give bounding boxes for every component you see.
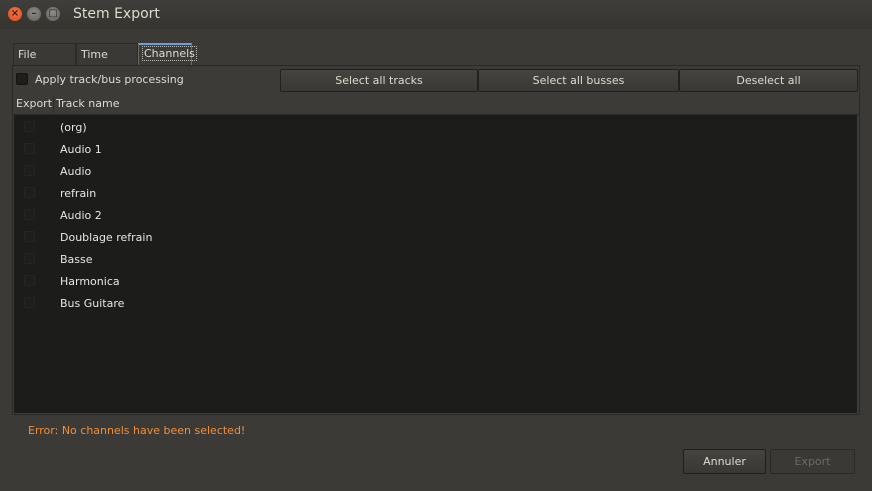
table-row[interactable]: (org)	[14, 116, 857, 138]
column-header-export[interactable]: Export	[16, 97, 52, 110]
tab-channels[interactable]: Channels	[138, 43, 197, 65]
export-checkbox[interactable]	[24, 253, 35, 264]
error-message: Error: No channels have been selected!	[28, 424, 246, 437]
table-row[interactable]: Doublage refrain	[14, 226, 857, 248]
export-checkbox[interactable]	[24, 143, 35, 154]
track-name: Basse	[60, 253, 93, 266]
export-button[interactable]: Export	[770, 449, 855, 474]
table-row[interactable]: Basse	[14, 248, 857, 270]
cancel-button[interactable]: Annuler	[683, 449, 766, 474]
minimize-icon: –	[31, 8, 37, 19]
minimize-window-button[interactable]: –	[27, 7, 41, 21]
export-checkbox[interactable]	[24, 297, 35, 308]
table-row[interactable]: Audio	[14, 160, 857, 182]
deselect-all-button[interactable]: Deselect all	[679, 69, 858, 92]
select-all-busses-button[interactable]: Select all busses	[478, 69, 679, 92]
apply-processing-label[interactable]: Apply track/bus processing	[35, 73, 184, 86]
column-header-track-name[interactable]: Track name	[56, 97, 119, 110]
apply-processing-checkbox[interactable]	[16, 73, 28, 85]
select-all-tracks-button[interactable]: Select all tracks	[280, 69, 478, 92]
table-row[interactable]: Bus Guitare	[14, 292, 857, 314]
track-name: Audio 2	[60, 209, 102, 222]
track-list[interactable]: (org) Audio 1 Audio refrain Audio 2 Doub…	[14, 115, 857, 413]
track-name: Audio	[60, 165, 92, 178]
table-row[interactable]: Harmonica	[14, 270, 857, 292]
export-checkbox[interactable]	[24, 165, 35, 176]
stem-export-window: × – □ Stem Export File format Time Span …	[0, 0, 872, 491]
export-checkbox[interactable]	[24, 231, 35, 242]
table-row[interactable]: Audio 2	[14, 204, 857, 226]
window-title: Stem Export	[73, 6, 160, 22]
tab-time-span[interactable]: Time Span	[76, 43, 138, 83]
tab-file-format[interactable]: File format	[13, 43, 76, 83]
close-icon: ×	[10, 8, 20, 19]
close-window-button[interactable]: ×	[8, 7, 22, 21]
maximize-window-button[interactable]: □	[46, 7, 60, 21]
export-checkbox[interactable]	[24, 275, 35, 286]
export-checkbox[interactable]	[24, 209, 35, 220]
track-name: Harmonica	[60, 275, 120, 288]
title-bar: × – □ Stem Export	[0, 0, 872, 29]
track-name: Audio 1	[60, 143, 102, 156]
table-row[interactable]: Audio 1	[14, 138, 857, 160]
table-row[interactable]: refrain	[14, 182, 857, 204]
track-name: Doublage refrain	[60, 231, 153, 244]
export-checkbox[interactable]	[24, 121, 35, 132]
tab-channels-label: Channels	[142, 46, 197, 61]
maximize-icon: □	[48, 8, 58, 19]
track-name: (org)	[60, 121, 87, 134]
track-name: refrain	[60, 187, 97, 200]
export-checkbox[interactable]	[24, 187, 35, 198]
track-name: Bus Guitare	[60, 297, 125, 310]
column-separator	[53, 95, 54, 113]
